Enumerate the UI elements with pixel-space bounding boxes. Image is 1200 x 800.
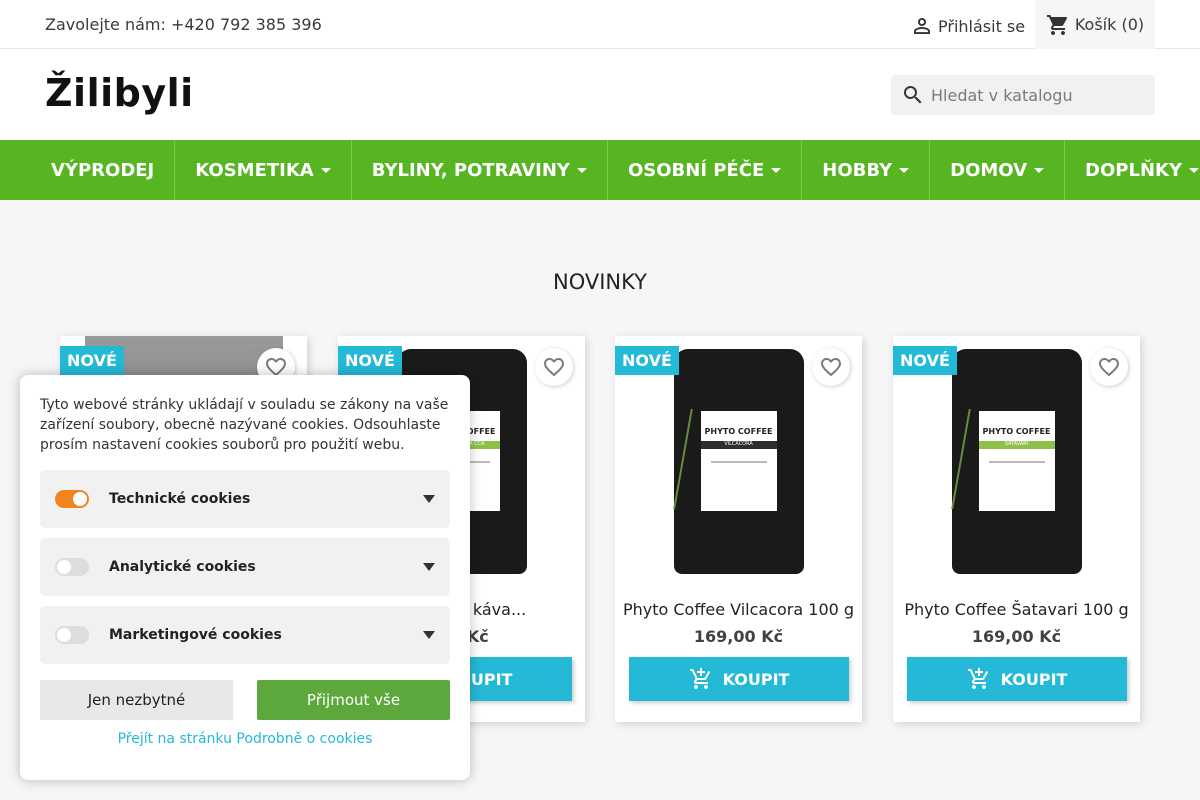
cookie-category-analytics[interactable]: Analytické cookies xyxy=(40,538,450,596)
nav-item-label: BYLINY, POTRAVINY xyxy=(371,159,570,181)
product-card[interactable]: PHYTO COFFEE ŠATAVARI NOVÉ Phyto Coffee … xyxy=(893,336,1140,722)
login-link[interactable]: Přihlásit se xyxy=(910,14,1025,38)
nav-item-label: OSOBNÍ PÉČE xyxy=(627,159,765,181)
cart-icon xyxy=(1046,14,1067,35)
product-name[interactable]: Phyto Coffee Vilcacora 100 g xyxy=(615,600,862,619)
nav-item-kosmetika[interactable]: KOSMETIKA xyxy=(175,140,352,200)
accept-all-button[interactable]: Přijmout vše xyxy=(257,680,450,720)
nav-item-label: DOMOV xyxy=(950,159,1028,181)
main-nav: VÝPRODEJ KOSMETIKA BYLINY, POTRAVINY OSO… xyxy=(0,140,1200,200)
new-badge: NOVÉ xyxy=(893,346,957,375)
buy-label: KOUPIT xyxy=(722,669,790,689)
search-icon[interactable] xyxy=(901,83,925,107)
wishlist-button[interactable] xyxy=(812,348,850,386)
chevron-down-icon xyxy=(1034,167,1045,173)
necessary-only-button[interactable]: Jen nezbytné xyxy=(40,680,233,720)
nav-item-domov[interactable]: DOMOV xyxy=(930,140,1066,200)
section-title: NOVINKY xyxy=(553,270,647,294)
cart-button[interactable]: Košík (0) xyxy=(1035,0,1155,49)
chevron-down-icon[interactable] xyxy=(423,563,435,571)
site-logo[interactable]: Žilibyli xyxy=(45,71,194,115)
cookie-intro-text: Tyto webové stránky ukládají v souladu s… xyxy=(40,397,449,453)
bag-label: PHYTO COFFEE ŠATAVARI xyxy=(978,410,1055,511)
nav-item-hobby[interactable]: HOBBY xyxy=(802,140,931,200)
new-badge: NOVÉ xyxy=(338,346,402,375)
person-icon xyxy=(914,18,930,34)
coffee-bag-image: PHYTO COFFEE ŠATAVARI xyxy=(950,348,1082,574)
product-name[interactable]: Phyto Coffee Šatavari 100 g xyxy=(893,600,1140,619)
bag-label-fineprint xyxy=(710,460,767,463)
cookie-toggle-technical[interactable] xyxy=(55,490,89,508)
buy-button[interactable]: KOUPIT xyxy=(907,657,1127,701)
cookie-category-label: Marketingové cookies xyxy=(109,627,282,643)
coffee-bag-image: PHYTO COFFEE VILCACORA xyxy=(672,348,804,574)
heart-icon xyxy=(1099,358,1119,377)
cart-add-icon xyxy=(967,668,988,689)
cookie-category-label: Technické cookies xyxy=(109,491,251,507)
nav-item-osobni-pece[interactable]: OSOBNÍ PÉČE xyxy=(608,140,803,200)
chevron-down-icon[interactable] xyxy=(423,631,435,639)
nav-item-label: VÝPRODEJ xyxy=(51,159,155,181)
nav-item-byliny[interactable]: BYLINY, POTRAVINY xyxy=(352,140,608,200)
nav-item-label: HOBBY xyxy=(822,159,893,181)
wishlist-button[interactable] xyxy=(535,348,573,386)
new-badge: NOVÉ xyxy=(615,346,679,375)
buy-button[interactable]: KOUPIT xyxy=(629,657,849,701)
heart-icon xyxy=(544,358,564,377)
chevron-down-icon xyxy=(576,167,587,173)
cart-add-icon xyxy=(689,668,710,689)
cart-label: Košík (0) xyxy=(1074,15,1145,34)
login-label: Přihlásit se xyxy=(938,16,1026,36)
bag-label-title: PHYTO COFFEE xyxy=(704,426,773,436)
top-bar: Zavolejte nám: +420 792 385 396 Přihlási… xyxy=(0,0,1200,49)
heart-icon xyxy=(821,358,841,377)
cookie-category-technical[interactable]: Technické cookies xyxy=(40,470,450,528)
contact-phone[interactable]: Zavolejte nám: +420 792 385 396 xyxy=(45,15,322,34)
nav-item-label: DOPLŇKY xyxy=(1085,159,1182,181)
search-input[interactable] xyxy=(931,85,1141,105)
cookie-category-marketing[interactable]: Marketingové cookies xyxy=(40,606,450,664)
bag-label: PHYTO COFFEE VILCACORA xyxy=(700,410,777,511)
nav-item-label: KOSMETIKA xyxy=(195,159,314,181)
chevron-down-icon xyxy=(771,167,782,173)
nav-item-vyprodej[interactable]: VÝPRODEJ xyxy=(31,140,176,200)
product-card[interactable]: PHYTO COFFEE VILCACORA NOVÉ Phyto Coffee… xyxy=(615,336,862,722)
nav-item-doplnky[interactable]: DOPLŇKY xyxy=(1065,140,1200,200)
bag-label-band: ŠATAVARI xyxy=(978,440,1055,449)
chevron-down-icon[interactable] xyxy=(423,495,435,503)
site-header: Žilibyli xyxy=(0,49,1200,140)
bag-label-fineprint xyxy=(988,460,1045,463)
chevron-down-icon xyxy=(320,167,331,173)
wishlist-button[interactable] xyxy=(1090,348,1128,386)
chevron-down-icon xyxy=(899,167,910,173)
search-box xyxy=(891,75,1155,115)
cookie-details-link[interactable]: Přejít na stránku Podrobně o cookies xyxy=(20,731,470,747)
cookie-toggle-analytics[interactable] xyxy=(55,558,89,576)
bag-label-band: VILCACORA xyxy=(700,440,777,449)
product-price: 169,00 Kč xyxy=(693,627,784,646)
cookie-toggle-marketing[interactable] xyxy=(55,626,89,644)
new-badge: NOVÉ xyxy=(60,346,124,375)
cookie-category-label: Analytické cookies xyxy=(109,559,256,575)
bag-label-title: PHYTO COFFEE xyxy=(982,426,1051,436)
buy-label: KOUPIT xyxy=(1000,669,1068,689)
chevron-down-icon xyxy=(1189,167,1199,173)
product-price: 169,00 Kč xyxy=(971,627,1062,646)
cookie-consent-dialog: Tyto webové stránky ukládají v souladu s… xyxy=(20,375,470,780)
